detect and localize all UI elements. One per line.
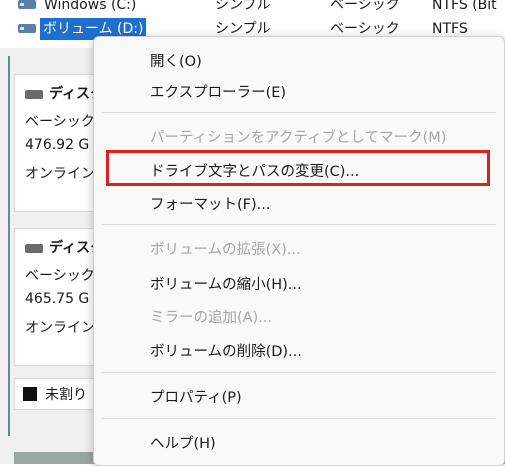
menu-item-open[interactable]: 開く(O) xyxy=(150,50,202,71)
context-menu: 開く(O) エクスプローラー(E) パーティションをアクティブとしてマーク(M)… xyxy=(93,36,505,466)
menu-separator xyxy=(102,372,496,373)
menu-item-change-drive-letter[interactable]: ドライブ文字とパスの変更(C)... xyxy=(150,160,359,181)
menu-item-mark-active: パーティションをアクティブとしてマーク(M) xyxy=(150,130,447,146)
disk-size: 476.92 G xyxy=(25,137,90,153)
volume-layout: シンプル xyxy=(215,0,271,13)
volume-name: Windows (C:) xyxy=(44,0,137,13)
menu-separator xyxy=(102,224,496,225)
volume-fs: NTFS (Bit xyxy=(432,0,497,13)
disk-card-0[interactable]: ディスク ベーシック 476.92 G オンライン xyxy=(14,74,104,212)
panel-divider xyxy=(8,56,10,436)
menu-item-properties[interactable]: プロパティ(P) xyxy=(150,386,242,407)
drive-icon xyxy=(18,24,36,33)
menu-item-format[interactable]: フォーマット(F)... xyxy=(150,193,270,214)
menu-item-add-mirror: ミラーの追加(A)... xyxy=(150,310,273,326)
disk-card-1[interactable]: ディスク ベーシック 465.75 G オンライン xyxy=(14,228,104,366)
menu-item-extend: ボリュームの拡張(X)... xyxy=(150,242,301,258)
volume-row-c[interactable]: Windows (C:) シンプル ベーシック NTFS (Bit xyxy=(0,0,505,16)
disk-type: ベーシック xyxy=(25,268,95,284)
unallocated-label: 未割り xyxy=(45,387,87,403)
menu-item-help[interactable]: ヘルプ(H) xyxy=(150,432,216,453)
disk-size: 465.75 G xyxy=(25,291,90,307)
disk-status: オンライン xyxy=(25,166,95,182)
menu-item-shrink[interactable]: ボリュームの縮小(H)... xyxy=(150,273,302,294)
volume-type: ベーシック xyxy=(330,0,400,13)
menu-separator xyxy=(102,112,496,113)
drive-icon xyxy=(18,0,36,9)
unallocated-legend: 未割り xyxy=(14,378,96,410)
unallocated-swatch xyxy=(23,387,37,401)
menu-item-delete[interactable]: ボリュームの削除(D)... xyxy=(150,340,302,361)
disk-icon xyxy=(25,89,43,99)
menu-item-explorer[interactable]: エクスプローラー(E) xyxy=(150,81,286,102)
disk-type: ベーシック xyxy=(25,114,95,130)
menu-separator xyxy=(102,418,496,419)
disk-status: オンライン xyxy=(25,320,95,336)
disk-icon xyxy=(25,243,43,253)
